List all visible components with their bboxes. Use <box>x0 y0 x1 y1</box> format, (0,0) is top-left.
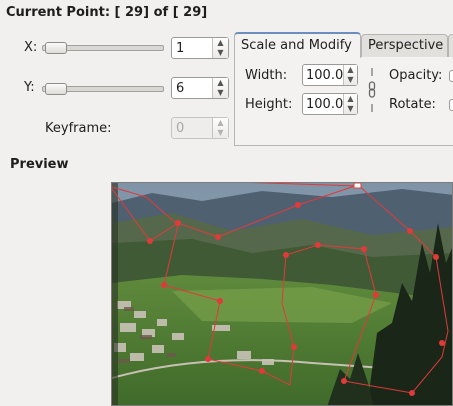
y-increment-icon[interactable]: ▲ <box>213 78 228 88</box>
y-spinbox[interactable]: 6 ▲ ▼ <box>171 77 229 99</box>
tab-scale-and-modify[interactable]: Scale and Modify <box>234 32 361 58</box>
y-decrement-icon[interactable]: ▼ <box>213 88 228 98</box>
total-points-value: 29 <box>178 5 202 20</box>
width-spinbox[interactable]: 100.0 ▲ ▼ <box>302 64 358 86</box>
current-point-suffix: ] <box>201 5 208 20</box>
height-value[interactable]: 100.0 <box>306 97 343 112</box>
chain-link-icon[interactable] <box>368 66 376 114</box>
current-point-label: Current Point: [ 29] of [ 29] <box>6 5 207 20</box>
current-point-of: ] of [ <box>143 5 179 20</box>
keyframe-label: Keyframe: <box>45 121 112 136</box>
rotate-control[interactable] <box>449 99 453 111</box>
width-value[interactable]: 100.0 <box>306 68 343 83</box>
keyframe-increment-icon: ▲ <box>217 118 224 127</box>
preview-canvas[interactable] <box>111 182 453 406</box>
y-slider-knob[interactable] <box>45 83 67 95</box>
height-increment-icon[interactable]: ▲ <box>344 94 357 104</box>
width-decrement-icon[interactable]: ▼ <box>344 75 357 85</box>
current-point-value: 29 <box>120 5 144 20</box>
tab-perspective[interactable]: Perspective <box>361 34 448 57</box>
x-spinbox[interactable]: 1 ▲ ▼ <box>171 37 229 59</box>
preview-label: Preview <box>10 157 69 172</box>
opacity-control[interactable] <box>449 70 453 82</box>
tab-overflow[interactable] <box>448 34 453 57</box>
height-label: Height: <box>245 97 293 112</box>
x-slider-knob[interactable] <box>45 42 67 54</box>
opacity-label: Opacity: <box>389 68 443 83</box>
tab-scale-and-modify-label: Scale and Modify <box>241 38 352 53</box>
width-increment-icon[interactable]: ▲ <box>344 65 357 75</box>
x-increment-icon[interactable]: ▲ <box>213 38 228 48</box>
y-value[interactable]: 6 <box>176 81 184 96</box>
keyframe-spinbox: 0 ▲ ▼ <box>171 117 229 139</box>
y-label: Y: <box>24 80 35 95</box>
x-decrement-icon[interactable]: ▼ <box>213 48 228 58</box>
width-label: Width: <box>245 68 288 83</box>
x-value[interactable]: 1 <box>176 41 184 56</box>
rotate-label: Rotate: <box>389 97 436 112</box>
tab-perspective-label: Perspective <box>368 38 444 53</box>
x-label: X: <box>24 40 38 55</box>
preview-image <box>112 183 452 405</box>
height-decrement-icon[interactable]: ▼ <box>344 104 357 114</box>
keyframe-value: 0 <box>176 121 185 136</box>
height-spinbox[interactable]: 100.0 ▲ ▼ <box>302 93 358 115</box>
current-point-prefix: Current Point: [ <box>6 5 121 20</box>
keyframe-decrement-icon: ▼ <box>217 128 224 137</box>
